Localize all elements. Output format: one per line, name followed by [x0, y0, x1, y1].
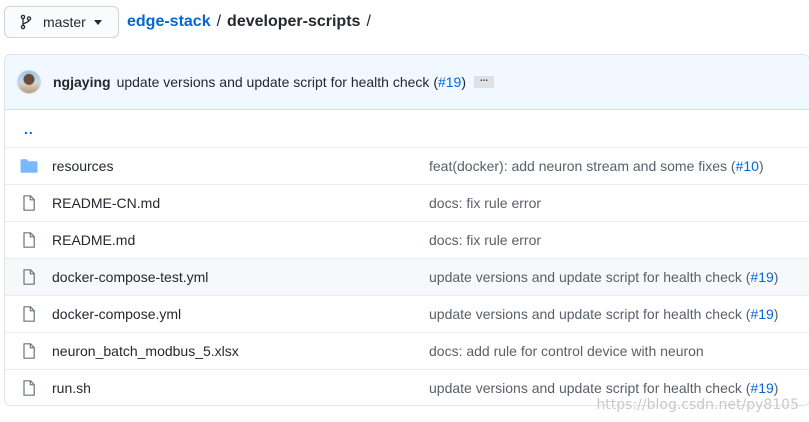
file-name-link[interactable]: run.sh: [52, 380, 91, 396]
latest-commit-bar: ngjaying update versions and update scri…: [5, 55, 809, 110]
file-name-link[interactable]: neuron_batch_modbus_5.xlsx: [52, 343, 239, 359]
breadcrumb-current-dir: developer-scripts: [227, 13, 361, 30]
file-icon: [22, 380, 40, 396]
file-commit-message-link[interactable]: feat(docker): add neuron stream and some…: [429, 158, 764, 174]
commit-pr-link[interactable]: #19: [438, 74, 461, 90]
file-row[interactable]: docker-compose-test.yml update versions a…: [5, 258, 809, 295]
breadcrumb-separator: /: [366, 13, 371, 30]
commit-message-link[interactable]: update versions and update script for he…: [117, 74, 466, 90]
file-name-link[interactable]: docker-compose-test.yml: [52, 269, 208, 285]
repo-toolbar: master edge-stack / developer-scripts /: [4, 6, 377, 38]
file-name-link[interactable]: README.md: [52, 232, 135, 248]
file-commit-message-link[interactable]: update versions and update script for he…: [429, 380, 778, 396]
breadcrumb-repo-link[interactable]: edge-stack: [127, 13, 211, 31]
expand-commit-button[interactable]: ...: [474, 74, 495, 88]
parent-directory-link[interactable]: ..: [24, 122, 34, 136]
watermark: https://blog.csdn.net/py8105: [596, 397, 799, 413]
file-row[interactable]: README.md docs: fix rule error: [5, 221, 809, 258]
file-commit-message-link[interactable]: docs: fix rule error: [429, 195, 541, 211]
file-row[interactable]: README-CN.md docs: fix rule error: [5, 184, 809, 221]
folder-icon: [20, 158, 38, 174]
file-icon: [22, 306, 40, 322]
breadcrumb-separator: /: [216, 13, 222, 30]
breadcrumb: edge-stack / developer-scripts /: [127, 13, 377, 31]
parent-directory-row[interactable]: ..: [5, 110, 809, 147]
commit-pr-link[interactable]: #19: [750, 380, 773, 396]
commit-pr-link[interactable]: #19: [750, 269, 773, 285]
file-commit-message-link[interactable]: docs: add rule for control device with n…: [429, 343, 704, 359]
file-browser: ngjaying update versions and update scri…: [4, 54, 809, 406]
file-icon: [22, 343, 40, 359]
file-commit-message-link[interactable]: update versions and update script for he…: [429, 269, 778, 285]
file-row[interactable]: neuron_batch_modbus_5.xlsx docs: add rule…: [5, 332, 809, 369]
file-commit-message-link[interactable]: update versions and update script for he…: [429, 306, 778, 322]
chevron-down-icon: [93, 19, 102, 25]
file-name-link[interactable]: README-CN.md: [52, 195, 160, 211]
branch-selector-button[interactable]: master: [4, 6, 119, 38]
avatar[interactable]: [17, 70, 41, 94]
commit-author-link[interactable]: ngjaying: [53, 74, 111, 90]
file-icon: [22, 195, 40, 211]
file-name-link[interactable]: resources: [52, 158, 113, 174]
commit-pr-link[interactable]: #19: [750, 306, 773, 322]
file-name-link[interactable]: docker-compose.yml: [52, 306, 181, 322]
file-commit-message-link[interactable]: docs: fix rule error: [429, 232, 541, 248]
file-row[interactable]: resources feat(docker): add neuron stream…: [5, 147, 809, 184]
file-row[interactable]: docker-compose.yml update versions and up…: [5, 295, 809, 332]
commit-pr-link[interactable]: #10: [736, 158, 759, 174]
file-icon: [22, 269, 40, 285]
git-branch-icon: [20, 14, 32, 30]
branch-name: master: [43, 14, 86, 30]
file-icon: [22, 232, 40, 248]
